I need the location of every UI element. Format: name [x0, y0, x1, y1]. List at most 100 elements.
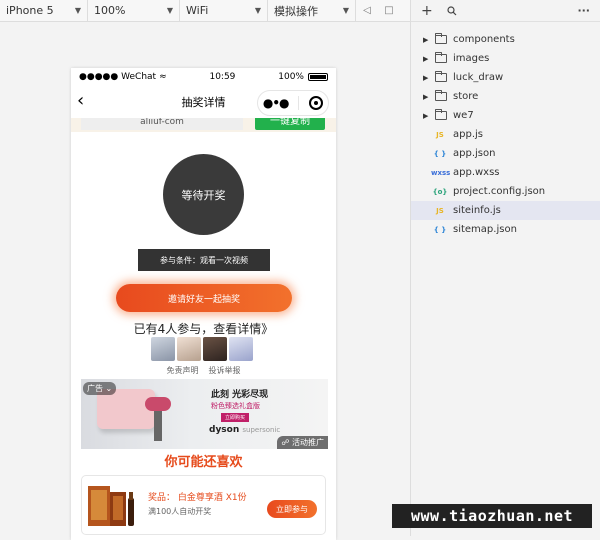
folder-item[interactable]: ▶ luck_draw: [411, 68, 600, 87]
nav-bar: ‹ 抽奖详情 ●•●: [71, 86, 336, 118]
avatar: [229, 337, 253, 361]
battery-icon: [307, 73, 328, 81]
phone-screen: ●●●●● WeChat ≈ 10:59 100% ‹ 抽奖详情 ●•● ali…: [71, 68, 336, 540]
avatar: [177, 337, 201, 361]
folder-item[interactable]: ▶ components: [411, 30, 600, 49]
draw-status-circle: 等待开奖: [163, 154, 244, 235]
tree-item-label: components: [453, 34, 515, 45]
operation-select[interactable]: 模拟操作 ▼: [268, 0, 356, 22]
folder-item[interactable]: ▶ store: [411, 87, 600, 106]
device-select[interactable]: iPhone 5 ▼: [0, 0, 88, 22]
chevron-right-icon[interactable]: ▶: [423, 93, 433, 101]
file-item[interactable]: JS app.js: [411, 125, 600, 144]
folder-icon: [435, 52, 447, 63]
status-bar: ●●●●● WeChat ≈ 10:59 100%: [71, 68, 336, 86]
file-item[interactable]: JS siteinfo.js: [411, 201, 600, 220]
copy-button[interactable]: 一键复制: [255, 118, 325, 130]
explorer-toolbar: + ···: [411, 0, 600, 22]
config-file-icon: {o}: [432, 187, 448, 196]
chevron-right-icon[interactable]: ▶: [423, 74, 433, 82]
participation-condition: 参与条件：观看一次视频: [138, 249, 270, 271]
ad-subtitle: 粉色臻选礼盒版: [211, 402, 260, 410]
folder-item[interactable]: ▶ we7: [411, 106, 600, 125]
avatar: [203, 337, 227, 361]
clock-label: 10:59: [209, 72, 236, 82]
window-icon[interactable]: □: [378, 0, 400, 22]
footer-links: 免责声明 投诉举报: [71, 365, 336, 376]
disclaimer-link[interactable]: 免责声明: [167, 365, 199, 376]
js-file-icon: JS: [436, 206, 444, 215]
site-watermark: www.tiaozhuan.net: [392, 504, 592, 528]
file-item[interactable]: { } app.json: [411, 144, 600, 163]
more-icon[interactable]: ●•●: [263, 96, 290, 110]
chevron-down-icon: ▼: [166, 6, 173, 15]
chevron-down-icon: ▼: [254, 6, 261, 15]
network-select[interactable]: WiFi ▼: [180, 0, 268, 22]
invite-friends-button[interactable]: 邀请好友一起抽奖: [116, 284, 292, 312]
simulator-area: ●●●●● WeChat ≈ 10:59 100% ‹ 抽奖详情 ●•● ali…: [0, 22, 410, 540]
chevron-right-icon[interactable]: ▶: [423, 112, 433, 120]
ad-tag[interactable]: 广告 ⌄: [83, 382, 117, 395]
participants-link[interactable]: 已有4人参与，查看详情》: [71, 320, 336, 337]
folder-icon: [435, 33, 447, 44]
tree-item-label: luck_draw: [453, 72, 504, 83]
copy-bar: aliiuf-com 一键复制: [71, 118, 336, 132]
ad-brand: dyson supersonic: [209, 425, 281, 435]
mute-icon[interactable]: ◁: [356, 0, 378, 22]
copy-text-field[interactable]: aliiuf-com: [81, 118, 243, 130]
tree-item-label: siteinfo.js: [453, 205, 501, 216]
add-icon[interactable]: +: [421, 3, 433, 19]
chevron-down-icon: ▼: [74, 6, 81, 15]
ad-title: 此刻 光彩尽现: [211, 390, 269, 400]
zoom-select-label: 100%: [94, 4, 126, 17]
wxss-file-icon: wxss: [431, 168, 451, 177]
folder-item[interactable]: ▶ images: [411, 49, 600, 68]
search-icon[interactable]: [447, 5, 457, 16]
liquor-gift-image: [88, 486, 134, 526]
mini-program-capsule: ●•●: [257, 90, 329, 116]
participant-avatars: [151, 337, 253, 361]
prize-label: 奖品： 白金尊享酒 X1份: [148, 493, 247, 503]
tree-item-label: store: [453, 91, 479, 102]
recommend-card[interactable]: 奖品： 白金尊享酒 X1份 满100人自动开奖 立即参与: [81, 475, 326, 535]
file-item[interactable]: {o} project.config.json: [411, 182, 600, 201]
chevron-right-icon[interactable]: ▶: [423, 36, 433, 44]
more-icon[interactable]: ···: [577, 4, 590, 17]
recommend-title: 你可能还喜欢: [164, 455, 243, 470]
folder-icon: [435, 109, 447, 120]
tree-item-label: app.wxss: [453, 167, 500, 178]
tree-item-label: sitemap.json: [453, 224, 517, 235]
ad-banner[interactable]: 广告 ⌄ 此刻 光彩尽现 粉色臻选礼盒版 立即购买 dyson superson…: [81, 379, 328, 449]
tree-item-label: we7: [453, 110, 474, 121]
js-file-icon: JS: [436, 130, 444, 139]
operation-select-label: 模拟操作: [274, 4, 318, 18]
tree-item-label: images: [453, 53, 490, 64]
json-file-icon: { }: [433, 149, 447, 158]
device-select-label: iPhone 5: [6, 4, 54, 17]
capsule-divider: [298, 96, 300, 110]
carrier-label: ●●●●● WeChat: [79, 72, 157, 82]
folder-icon: [435, 90, 447, 101]
tree-item-label: project.config.json: [453, 186, 546, 197]
file-explorer: + ··· ▶ components ▶ images ▶ luck_draw ▶ store…: [410, 0, 600, 536]
wifi-icon: ≈: [159, 72, 167, 82]
page-title: 抽奖详情: [181, 96, 226, 109]
zoom-select[interactable]: 100% ▼: [88, 0, 180, 22]
back-icon[interactable]: ‹: [77, 92, 97, 112]
chevron-right-icon[interactable]: ▶: [423, 55, 433, 63]
folder-icon: [435, 71, 447, 82]
file-item[interactable]: { } sitemap.json: [411, 220, 600, 239]
network-select-label: WiFi: [186, 4, 209, 17]
tree-item-label: app.json: [453, 148, 496, 159]
close-icon[interactable]: [309, 96, 324, 110]
simulator-toolbar: iPhone 5 ▼ 100% ▼ WiFi ▼ 模拟操作 ▼ ◁ □: [0, 0, 410, 22]
file-item[interactable]: wxss app.wxss: [411, 163, 600, 182]
battery-label: 100%: [278, 72, 304, 82]
ad-promo-badge: ☍ 活动推广: [277, 436, 328, 449]
file-tree: ▶ components ▶ images ▶ luck_draw ▶ store ▶ we7 JS…: [411, 22, 600, 239]
report-link[interactable]: 投诉举报: [209, 365, 241, 376]
ad-buy-button[interactable]: 立即购买: [221, 413, 250, 422]
chevron-down-icon: ▼: [342, 6, 349, 15]
json-file-icon: { }: [433, 225, 447, 234]
join-button[interactable]: 立即参与: [267, 500, 317, 518]
